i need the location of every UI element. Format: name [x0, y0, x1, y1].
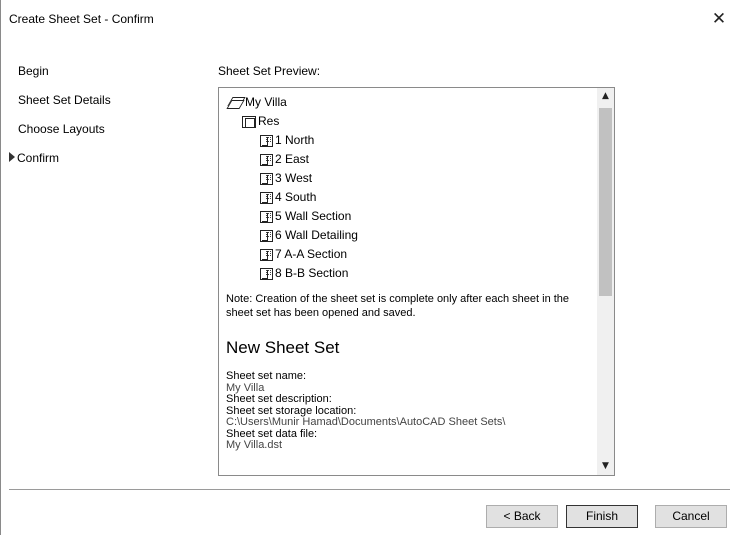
sheet-set-icon [226, 96, 246, 109]
scroll-up-icon[interactable]: ▲ [597, 88, 614, 105]
sheet-icon [260, 191, 273, 204]
sheet-icon [260, 248, 273, 261]
step-label: Sheet Set Details [18, 93, 111, 107]
name-label: Sheet set name: [226, 370, 307, 382]
close-icon[interactable]: ✕ [708, 8, 730, 30]
sheet-icon [260, 267, 273, 280]
tree-node-sheet[interactable]: 6 Wall Detailing [260, 226, 358, 244]
tree-node-sheet[interactable]: 3 West [260, 169, 312, 187]
step-label: Choose Layouts [18, 122, 105, 136]
title-bar: Create Sheet Set - Confirm ✕ [1, 0, 730, 38]
cancel-button[interactable]: Cancel [655, 505, 727, 528]
tree-node-sheet[interactable]: 7 A-A Section [260, 245, 347, 263]
sheet-icon [260, 134, 273, 147]
scroll-thumb[interactable] [599, 108, 612, 296]
step-sheet-set-details[interactable]: Sheet Set Details [18, 93, 111, 107]
description-label: Sheet set description: [226, 393, 332, 405]
sheet-icon [260, 229, 273, 242]
window-title: Create Sheet Set - Confirm [9, 12, 154, 26]
tree-node-label: My Villa [245, 95, 287, 109]
scroll-down-icon[interactable]: ▼ [597, 458, 614, 475]
tree-node-label: 7 A-A Section [275, 247, 348, 261]
step-choose-layouts[interactable]: Choose Layouts [18, 122, 105, 136]
step-confirm[interactable]: Confirm [9, 151, 60, 165]
tree-node-sheet-set[interactable]: My Villa [226, 93, 287, 111]
preview-label: Sheet Set Preview: [218, 64, 321, 78]
button-separator [9, 489, 730, 490]
step-begin[interactable]: Begin [18, 64, 49, 78]
sheet-icon [260, 153, 273, 166]
preview-scrollbar[interactable]: ▲ ▼ [597, 88, 614, 475]
completion-note: Note: Creation of the sheet set is compl… [226, 293, 570, 319]
tree-node-label: 4 South [275, 190, 317, 204]
tree-node-sheet[interactable]: 1 North [260, 131, 314, 149]
tree-node-label: 8 B-B Section [275, 266, 349, 280]
storage-location-value: C:\Users\Munir Hamad\Documents\AutoCAD S… [226, 416, 506, 428]
current-step-arrow-icon [9, 152, 15, 162]
step-label: Confirm [17, 151, 60, 165]
tree-node-label: Res [258, 114, 280, 128]
sheet-set-preview[interactable]: My Villa Res 1 North 2 East 3 West 4 Sou… [218, 87, 615, 476]
new-sheet-set-heading: New Sheet Set [226, 338, 340, 357]
step-label: Begin [18, 64, 49, 78]
sheet-icon [260, 210, 273, 223]
create-sheet-set-dialog: Create Sheet Set - Confirm ✕ Begin Sheet… [0, 0, 730, 535]
sheet-set-details: Sheet set name: My Villa Sheet set descr… [226, 370, 506, 452]
tree-node-sheet[interactable]: 5 Wall Section [260, 207, 351, 225]
finish-button[interactable]: Finish [566, 505, 638, 528]
tree-node-label: 3 West [275, 171, 313, 185]
tree-node-label: 6 Wall Detailing [275, 228, 358, 242]
back-button[interactable]: < Back [486, 505, 558, 528]
tree-node-sheet[interactable]: 8 B-B Section [260, 264, 348, 282]
tree-node-subset[interactable]: Res [242, 112, 279, 130]
tree-node-label: 2 East [275, 152, 310, 166]
subset-icon [242, 115, 256, 128]
tree-node-sheet[interactable]: 4 South [260, 188, 316, 206]
sheet-icon [260, 172, 273, 185]
tree-node-label: 5 Wall Section [275, 209, 352, 223]
tree-node-sheet[interactable]: 2 East [260, 150, 309, 168]
tree-node-label: 1 North [275, 133, 315, 147]
data-file-value: My Villa.dst [226, 439, 283, 451]
